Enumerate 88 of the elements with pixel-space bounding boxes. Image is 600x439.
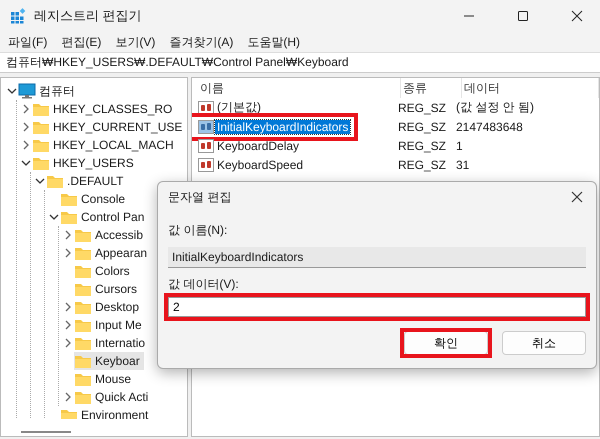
menu-item[interactable]: 보기(V) <box>115 34 156 50</box>
folder-icon <box>60 192 78 206</box>
window-title: 레지스트리 편집기 <box>34 7 142 25</box>
menu-item[interactable]: 즐겨찾기(A) <box>169 34 234 50</box>
value-name[interactable]: KeyboardDelay <box>215 138 302 152</box>
ok-button[interactable]: 확인 <box>404 331 488 355</box>
table-cell-text: (값 설정 안 됨) <box>456 99 535 116</box>
value-name-field[interactable]: InitialKeyboardIndicators <box>168 247 586 268</box>
tree-item[interactable]: Environment <box>60 406 152 419</box>
menu-item[interactable]: 도움말(H) <box>247 34 300 50</box>
collapse-icon[interactable] <box>6 86 16 96</box>
tree-item[interactable]: .DEFAULT <box>46 172 128 190</box>
table-cell-text: 31 <box>456 158 470 172</box>
tree-item[interactable]: Quick Acti <box>74 388 152 406</box>
table-cell-text: 1 <box>456 138 464 152</box>
collapse-icon[interactable] <box>34 176 44 186</box>
table-cell-text: REG_SZ <box>398 158 448 172</box>
cancel-button[interactable]: 취소 <box>502 331 586 355</box>
expand-icon[interactable] <box>20 122 30 132</box>
expand-icon[interactable] <box>20 140 30 150</box>
tree-item[interactable]: Appearan <box>74 244 152 262</box>
folder-icon <box>60 210 78 224</box>
dialog-title: 문자열 편집 <box>168 188 232 206</box>
expand-icon[interactable] <box>62 392 72 402</box>
tree-item[interactable]: HKEY_USERS <box>32 154 138 172</box>
tree-item[interactable]: HKEY_CURRENT_USE <box>32 118 186 136</box>
folder-icon <box>74 282 92 296</box>
tree-item[interactable]: Control Pan <box>60 208 148 226</box>
column-header[interactable]: 종류 <box>401 78 462 98</box>
tree-item[interactable]: Desktop <box>74 298 144 316</box>
expand-icon[interactable] <box>62 230 72 240</box>
value-name[interactable]: KeyboardSpeed <box>215 158 306 172</box>
tree-item[interactable]: Cursors <box>74 280 142 298</box>
field-label: 값 데이터(V): <box>168 276 240 293</box>
folder-icon <box>74 318 92 332</box>
menu-item[interactable]: 파일(F) <box>8 34 48 50</box>
menu-item[interactable]: 편집(E) <box>61 34 102 50</box>
expand-icon[interactable] <box>62 248 72 258</box>
string-value-icon <box>198 100 214 114</box>
table-cell-text: 2147483648 <box>456 120 524 134</box>
table-cell-text: REG_SZ <box>398 138 448 152</box>
string-value-icon <box>198 120 214 134</box>
address-bar[interactable]: 컴퓨터₩HKEY_USERS₩.DEFAULT₩Control Panel₩Keyboard <box>0 52 600 73</box>
folder-icon <box>32 156 50 170</box>
value-name[interactable]: InitialKeyboardIndicators <box>215 120 350 134</box>
expand-icon[interactable] <box>62 302 72 312</box>
folder-icon <box>74 336 92 350</box>
field-label: 값 이름(N): <box>168 222 228 239</box>
string-value-icon <box>198 138 214 152</box>
folder-icon <box>32 138 50 152</box>
expand-icon[interactable] <box>62 338 72 348</box>
registry-icon <box>10 8 26 24</box>
value-name[interactable]: (기본값) <box>215 99 263 116</box>
close-icon <box>571 10 583 22</box>
folder-icon <box>74 372 92 386</box>
folder-icon <box>60 408 78 419</box>
expand-icon[interactable] <box>20 104 30 114</box>
tree-item[interactable]: 컴퓨터 <box>18 82 79 100</box>
table-cell-text: REG_SZ <box>398 100 448 114</box>
folder-icon <box>32 120 50 134</box>
tree-item[interactable]: Input Me <box>74 316 146 334</box>
table-cell-text: REG_SZ <box>398 120 448 134</box>
tree-item[interactable]: HKEY_LOCAL_MACH <box>32 136 178 154</box>
folder-icon <box>74 228 92 242</box>
string-value-icon <box>198 158 214 172</box>
tree-item[interactable]: Mouse <box>74 370 136 388</box>
tree-item[interactable]: Console <box>60 190 130 208</box>
tree-item[interactable]: Accessib <box>74 226 148 244</box>
folder-icon <box>46 174 64 188</box>
column-header[interactable]: 데이터 <box>462 78 599 98</box>
folder-icon <box>74 390 92 404</box>
tree-item[interactable]: Colors <box>74 262 134 280</box>
folder-icon <box>74 354 92 368</box>
maximize-icon <box>517 10 529 22</box>
folder-icon <box>74 246 92 260</box>
collapse-icon[interactable] <box>20 158 30 168</box>
folder-icon <box>74 264 92 278</box>
close-icon[interactable] <box>570 190 584 204</box>
folder-icon <box>74 300 92 314</box>
expand-icon[interactable] <box>62 320 72 330</box>
collapse-icon[interactable] <box>48 212 58 222</box>
tree-item[interactable]: Internatio <box>74 334 150 352</box>
tree-item[interactable]: Keyboar <box>74 352 144 370</box>
column-header[interactable]: 이름 <box>198 78 401 98</box>
tree-item[interactable]: HKEY_CLASSES_RO <box>32 100 176 118</box>
folder-icon <box>32 102 50 116</box>
value-data-field[interactable]: 2 <box>168 297 586 317</box>
computer-icon <box>18 83 36 99</box>
